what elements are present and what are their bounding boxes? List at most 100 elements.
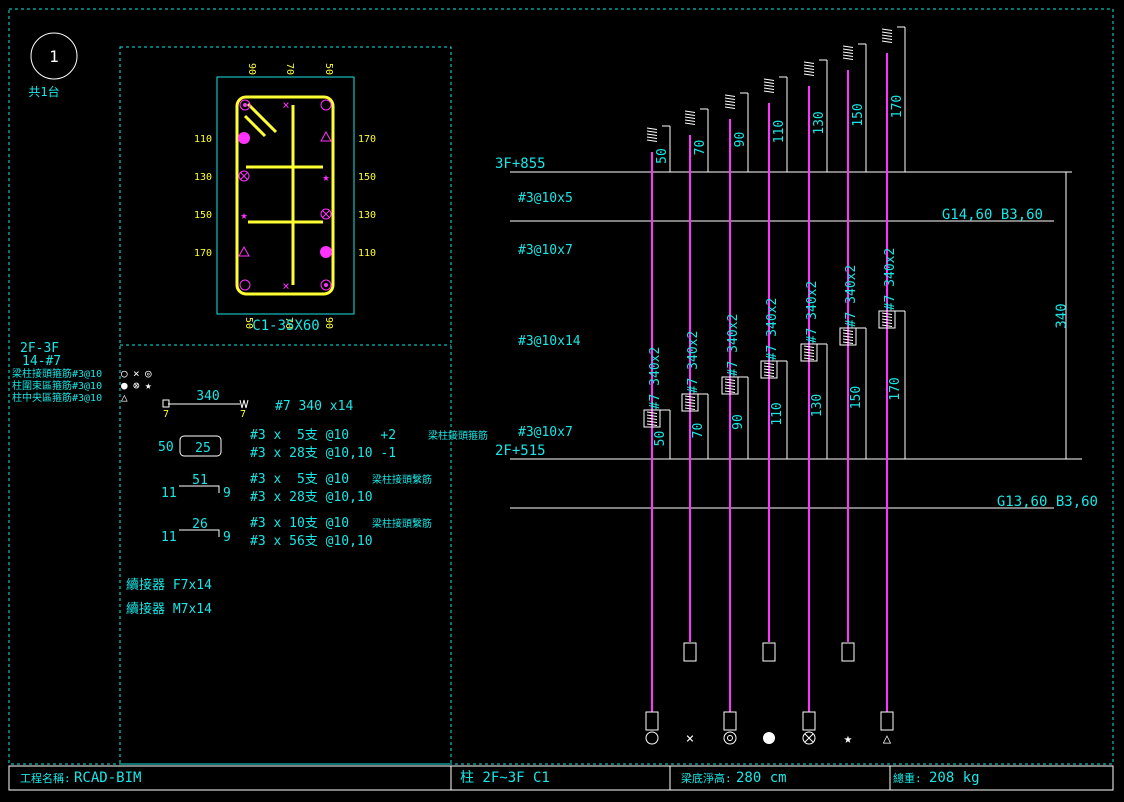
tie1-length: 25 [195,441,211,456]
cad-drawing: 1 共1台 × ★ ★ × 90 70 50 110 130 150 170 1… [8,8,1114,791]
bar-spec-label: #7 340x2 [648,347,663,410]
bar-spec-label: #7 340x2 [805,281,820,344]
bar-triangle-icon [238,245,250,257]
main-bar-length: 340 [196,389,219,404]
legend-main-bar: 14-#7 [22,354,61,369]
bar-filled-icon [238,132,250,144]
filled-symbol-icon [763,732,775,744]
top-thread-icon [881,28,893,43]
main-bar-hook-left: 7 [163,409,169,420]
tie-zone-label: #3@10x7 [518,425,573,440]
right-dim: 110 [358,248,376,259]
tie1-note: 梁柱接頭箍筋 [428,429,488,442]
top-thread-icon [763,78,775,93]
bottom-splice-length: 50 [653,431,668,447]
left-dim: 150 [194,210,212,221]
top-level-label: 3F+855 [495,156,546,172]
rebar-schedule: 340 7 7 #7 340 x14 50 25 #3 x 5支 @10 +2 … [126,389,488,617]
tie-zone-label: #3@10x5 [518,191,573,206]
xcircle-cross-icon [804,733,814,743]
project-name: RCAD-BIM [74,770,141,786]
circle-symbol-icon [645,731,659,745]
bottom-mark: 90 [323,317,334,329]
beam-depth: 280 cm [736,770,787,786]
coupler-f: 續接器 F7x14 [126,577,212,593]
left-dim: 110 [194,134,212,145]
bottom-splice-length: 70 [691,423,706,439]
project-label: 工程名稱: [20,771,71,785]
title-bar: 工程名稱: RCAD-BIM 柱 2F~3F C1 梁底淨高: 280 cm 總… [8,765,1114,791]
bar-end-marker [683,642,697,662]
bar-star-icon: ★ [240,208,247,222]
bar-end-marker [802,711,816,731]
tie-zone-label: #3@10x14 [518,334,581,349]
legend-symbol-icon: △ [121,391,128,404]
legend-row-label: 柱圍束區箍筋#3@10 [12,379,102,392]
bar-circle-icon [239,279,251,291]
total-weight: 208 kg [929,770,980,786]
top-splice-length: 110 [772,120,787,143]
tie1-side: 50 [158,440,174,455]
bar-cross-icon: × [282,98,289,112]
bar-filled-icon [320,246,332,258]
top-splice-length: 70 [693,140,708,156]
tie1-spec-2: #3 x 28支 @10,10 -1 [250,446,396,461]
bottom-splice-length: 90 [731,414,746,430]
tie2-right: 9 [223,486,231,501]
tie3-spec-2: #3 x 56支 @10,10 [250,534,373,549]
weight-label: 總重: [893,771,922,785]
legend-symbol-icon: ★ [145,379,152,392]
left-dim: 170 [194,248,212,259]
bar-spec-label: #7 340x2 [844,265,859,328]
beam-bottom-label: G13,60 B3,60 [997,494,1098,510]
tie3-note: 梁柱接頭繫筋 [372,517,432,530]
right-dim: 150 [358,172,376,183]
bar-spec-label: #7 340x2 [765,298,780,361]
top-thread-icon [646,127,658,142]
top-thread-icon [842,45,854,60]
top-splice-length: 50 [655,148,670,164]
top-dim: 50 [323,63,334,75]
main-bar-thread-icon [239,399,249,409]
legend-symbol-icon: ⊗ [133,379,140,392]
tie-zone-label: #3@10x7 [518,243,573,258]
bar-dot-icon [243,103,247,107]
legend-row-label: 柱中央區箍筋#3@10 [12,391,102,404]
tie1-spec-1: #3 x 5支 @10 +2 [250,428,396,443]
beam-depth-label: 梁底淨高: [681,771,732,785]
bar-legend: 2F-3F 14-#7 梁柱接頭箍筋#3@10 柱圍束區箍筋#3@10 柱中央區… [12,341,152,404]
legend-row-label: 梁柱接頭箍筋#3@10 [12,367,102,380]
bottom-level-label: 2F+515 [495,443,546,459]
bar-circle-icon [320,99,332,111]
bar-spec-label: #7 340x2 [726,314,741,377]
bar-symbol-icon: ★ [844,731,853,747]
hoop-rebar [235,95,335,296]
bottom-splice-length: 170 [888,377,903,400]
top-thread-icon [724,94,736,109]
bottom-splice-length: 110 [770,402,785,425]
bar-spec-label: #7 340x2 [686,331,701,394]
tie2-note: 梁柱接頭繫筋 [372,473,432,486]
top-splice-length: 170 [890,95,905,118]
tie3-left: 11 [161,530,177,545]
bar-symbol-icon: △ [883,731,892,747]
coupler-m: 續接器 M7x14 [126,601,212,617]
top-splice-length: 90 [733,132,748,148]
hook-1 [246,102,278,134]
top-splice-length: 150 [851,103,866,126]
tie3-right: 9 [223,530,231,545]
right-dim: 130 [358,210,376,221]
drawing-border [8,8,1114,765]
beam-top-label: G14,60 B3,60 [942,207,1043,223]
column-section: × ★ ★ × 90 70 50 110 130 150 170 170 150… [194,63,376,334]
section-label: C1-35X60 [252,318,319,334]
main-bar-spec: #7 340 x14 [275,399,353,414]
bar-symbol-icon: × [686,731,694,747]
top-thread-icon [684,110,696,125]
tie2-left: 11 [161,486,177,501]
bar-spec-label: #7 340x2 [883,248,898,311]
bar-end-marker [762,642,776,662]
right-dim: 170 [358,134,376,145]
bar-end-marker [645,711,659,731]
member-name: 柱 2F~3F C1 [460,770,550,786]
